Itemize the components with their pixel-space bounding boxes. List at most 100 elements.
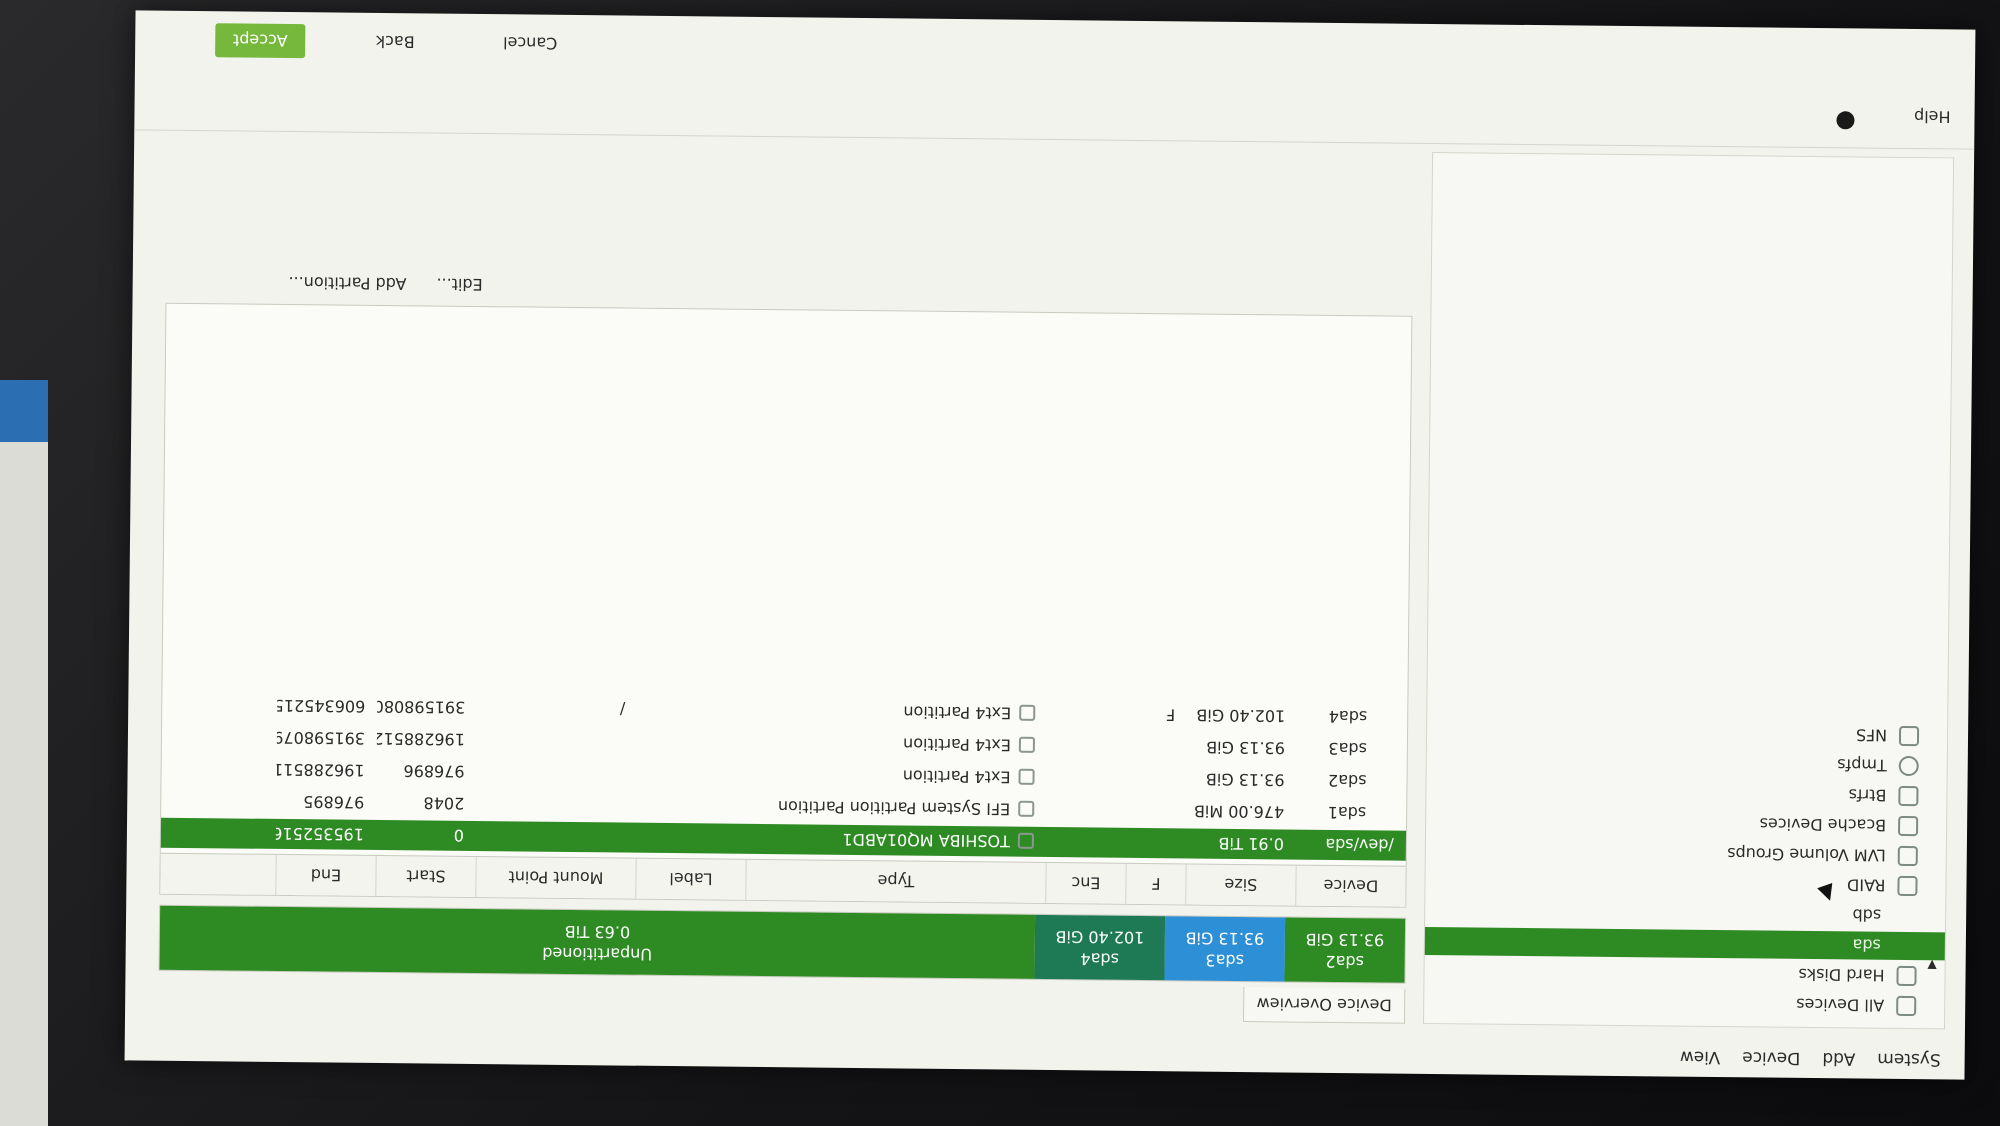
tree-btrfs[interactable]: Btrfs: [1848, 781, 1919, 810]
col-device[interactable]: Device: [1295, 865, 1406, 907]
tree-bcache-label: Bcache Devices: [1759, 814, 1887, 836]
bcache-icon: [1898, 815, 1919, 837]
help-button[interactable]: Help: [1914, 107, 1951, 126]
tree-bcache[interactable]: Bcache Devices: [1759, 810, 1919, 840]
cell-end: 391598079: [276, 728, 366, 749]
cell-mount: [476, 804, 636, 806]
cell-f: F: [1165, 705, 1176, 725]
cell-device: sda3: [1328, 739, 1367, 759]
table-header: Device Size F Enc Type Label Mount Point…: [160, 852, 1406, 907]
partition-icon: [1018, 800, 1035, 817]
tree-all-devices[interactable]: All Devices: [1796, 991, 1917, 1020]
accept-button[interactable]: Accept: [215, 23, 306, 59]
cell-size: 93.13 GiB: [1205, 770, 1285, 790]
btrfs-icon: [1898, 785, 1919, 807]
harddisk-icon: [1896, 965, 1917, 987]
cell-device: sda2: [1327, 771, 1367, 791]
cell-start: 976896: [403, 761, 465, 782]
cell-end: 196288511: [276, 760, 365, 781]
partition-table: Device Size F Enc Type Label Mount Point…: [159, 302, 1413, 908]
segment-name: sda3: [1205, 950, 1245, 971]
disk-segment[interactable]: sda3 93.13 GiB: [1164, 916, 1286, 982]
segment-size: 93.13 GiB: [1305, 929, 1385, 950]
cell-end: 976895: [303, 792, 365, 813]
tree-sda[interactable]: sda: [1424, 926, 1945, 961]
tree-raid[interactable]: RAID: [1847, 871, 1918, 900]
back-button[interactable]: Back: [355, 25, 435, 60]
tree-sdb[interactable]: sdb: [1852, 901, 1881, 929]
edit-button[interactable]: Edit...: [436, 275, 482, 294]
tree-sda-label: sda: [1852, 935, 1881, 956]
adjacent-window-edge: [0, 380, 48, 1126]
cell-enc: [1047, 714, 1127, 715]
cell-type: Ext4 Partition: [747, 701, 1047, 723]
table-actions: Edit... Add Partition...: [288, 273, 482, 294]
cancel-button[interactable]: Cancel: [485, 26, 575, 61]
partition-icon: [1018, 768, 1035, 785]
cell-mount: [477, 772, 637, 774]
segment-name: sda4: [1080, 949, 1120, 969]
col-start[interactable]: Start: [375, 855, 476, 898]
cell-type-text: Ext4 Partition: [903, 702, 1012, 724]
tree-tmpfs[interactable]: Tmpfs: [1837, 751, 1919, 780]
cell-mount: [476, 836, 636, 838]
disk-segment[interactable]: sda2 93.13 GiB: [1284, 917, 1406, 983]
col-enc[interactable]: Enc: [1045, 862, 1126, 904]
cell-label: [637, 710, 747, 711]
tab-device-overview[interactable]: Device Overview: [1243, 987, 1406, 1024]
mouse-cursor-icon: [1817, 882, 1838, 904]
partition-icon: [1018, 736, 1035, 753]
cell-enc: [1047, 746, 1127, 747]
disk-segment[interactable]: sda4 102.40 GiB: [1034, 914, 1166, 981]
tree-hard-disks-label: Hard Disks: [1798, 965, 1885, 986]
segment-size: 93.13 GiB: [1185, 928, 1265, 949]
devices-icon: [1896, 995, 1917, 1017]
lvm-icon: [1897, 845, 1918, 867]
menu-device[interactable]: Device: [1742, 1047, 1800, 1068]
partition-icon: [1019, 704, 1036, 721]
installer-window: System Add Device View All Devices ▼ Har…: [124, 10, 1976, 1080]
tree-lvm-label: LVM Volume Groups: [1727, 844, 1886, 866]
nfs-icon: [1898, 725, 1920, 747]
col-label[interactable]: Label: [635, 858, 746, 900]
col-end[interactable]: End: [275, 854, 376, 896]
cell-f: [1127, 747, 1187, 748]
cell-type-text: Ext4 Partition: [903, 734, 1011, 756]
col-mount-point[interactable]: Mount Point: [475, 857, 636, 899]
tree-nfs-label: NFS: [1855, 725, 1888, 746]
tree-btrfs-label: Btrfs: [1848, 785, 1887, 806]
tree-hard-disks[interactable]: Hard Disks: [1798, 961, 1917, 990]
tree-nfs[interactable]: NFS: [1855, 721, 1920, 750]
segment-size: 102.40 GiB: [1055, 927, 1145, 948]
menu-view[interactable]: View: [1680, 1047, 1721, 1067]
disk-icon: [1017, 832, 1034, 849]
cell-label: [637, 742, 747, 743]
disk-segment-unpartitioned[interactable]: Unpartitioned 0.63 TiB: [159, 905, 1036, 979]
col-size[interactable]: Size: [1185, 864, 1296, 906]
col-type[interactable]: Type: [745, 859, 1046, 903]
cell-device: sda1: [1327, 803, 1367, 823]
device-tree: All Devices ▼ Hard Disks sda sdb RAID LV…: [1423, 151, 1955, 1030]
cell-start: 196288512: [376, 729, 466, 750]
cell-type-text: Ext4 Partition: [902, 766, 1011, 788]
tree-lvm[interactable]: LVM Volume Groups: [1727, 840, 1918, 870]
cell-start: 0: [453, 826, 465, 846]
cell-type-text: EFI System Partition Partition: [777, 797, 1011, 820]
segment-size: 0.63 TiB: [564, 921, 631, 942]
cell-enc: [1046, 810, 1126, 811]
menu-add[interactable]: Add: [1822, 1048, 1855, 1068]
main-panel: Device Overview sda2 93.13 GiB sda3 93.1…: [140, 141, 1414, 1024]
add-partition-button[interactable]: Add Partition...: [288, 273, 406, 293]
cell-type: Ext4 Partition: [747, 733, 1047, 755]
adjacent-window-titlebar: [0, 380, 48, 442]
cell-size: 102.40 GiB: [1196, 706, 1286, 726]
cell-enc: [1046, 842, 1126, 843]
tree-sdb-label: sdb: [1852, 905, 1882, 926]
cell-size: 0.91 TiB: [1218, 834, 1284, 854]
expand-arrow-icon[interactable]: ▼: [1927, 958, 1936, 972]
release-notes-icon[interactable]: [1836, 111, 1855, 130]
disk-usage-bar: sda2 93.13 GiB sda3 93.13 GiB sda4 102.4…: [158, 904, 1407, 984]
cell-mount: /: [619, 700, 626, 720]
menu-system[interactable]: System: [1877, 1049, 1941, 1070]
col-f[interactable]: F: [1125, 863, 1186, 905]
